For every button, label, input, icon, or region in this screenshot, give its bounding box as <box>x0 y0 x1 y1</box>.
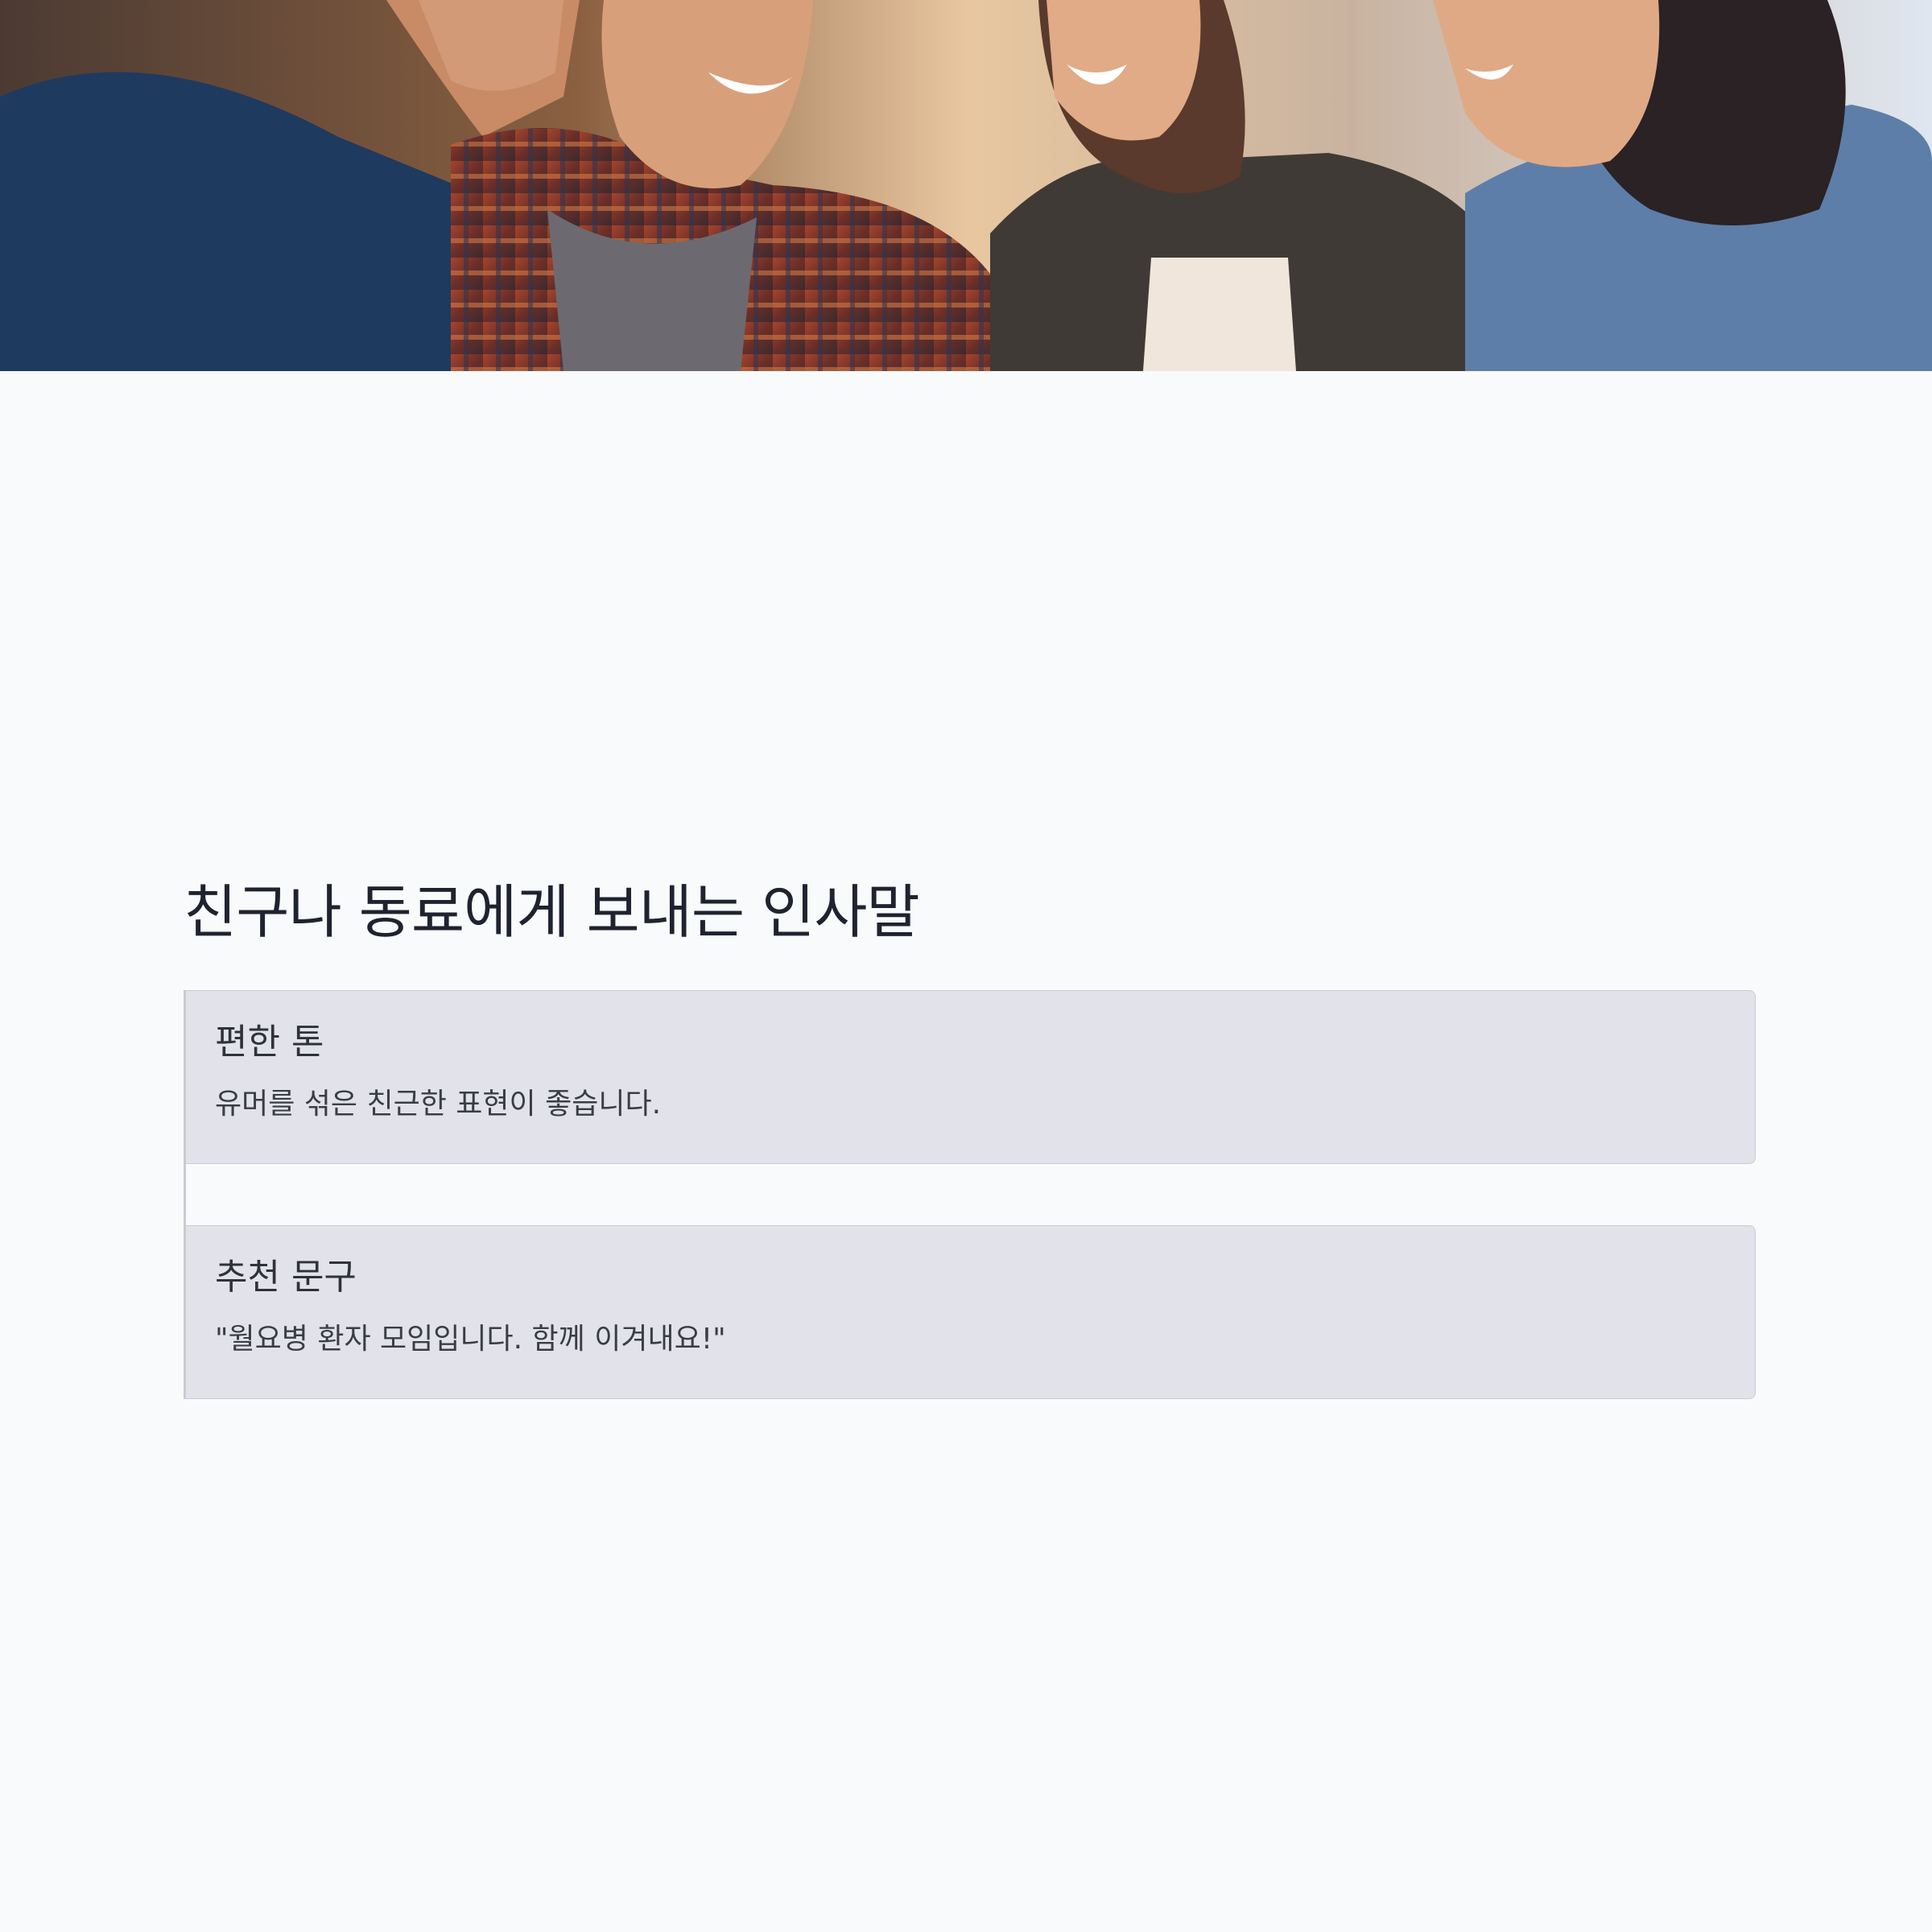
recommended-phrase-card: 추천 문구 "월요병 환자 모임입니다. 함께 이겨내요!" <box>186 1225 1756 1400</box>
card-list: 편한 톤 유머를 섞은 친근한 표현이 좋습니다. 추천 문구 "월요병 환자 … <box>184 990 1756 1400</box>
recommended-phrase-card-text: "월요병 환자 모임입니다. 함께 이겨내요!" <box>215 1323 726 1356</box>
main-content: 친구나 동료에게 보내는 인사말 편한 톤 유머를 섞은 친근한 표현이 좋습니… <box>184 877 1756 1400</box>
hero-image <box>0 0 1932 371</box>
recommended-phrase-card-title: 추천 문구 <box>215 1257 357 1298</box>
tone-card-title: 편한 톤 <box>215 1022 324 1063</box>
page-title: 친구나 동료에게 보내는 인사말 <box>184 878 920 946</box>
hero-photo-illustration <box>0 0 1932 371</box>
tone-card-text: 유머를 섞은 친근한 표현이 좋습니다. <box>215 1088 662 1121</box>
tone-card: 편한 톤 유머를 섞은 친근한 표현이 좋습니다. <box>186 990 1756 1165</box>
